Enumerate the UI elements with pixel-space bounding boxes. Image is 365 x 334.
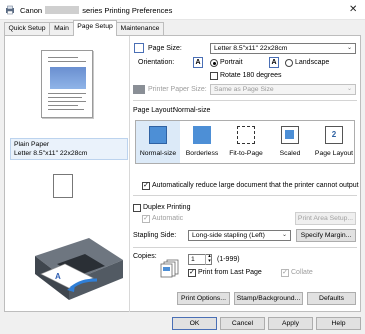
stapling-side-value: Long-side stapling (Left) (192, 232, 265, 239)
chevron-down-icon: ⌄ (281, 232, 287, 238)
duplex-automatic-checkbox[interactable]: ✓ (142, 215, 150, 223)
close-icon[interactable]: ✕ (349, 4, 357, 15)
print-from-last-page-label: Print from Last Page (198, 269, 262, 276)
orientation-label: Orientation: (138, 59, 175, 66)
stapling-side-label: Stapling Side: (133, 232, 177, 239)
help-button[interactable]: Help (316, 317, 361, 330)
duplex-automatic-label: Automatic (152, 215, 184, 222)
page-layout-label: Page Layout: (133, 107, 175, 114)
layout-fit-to-page-label: Fit-to-Page (229, 150, 263, 157)
page-layout-options: Normal-size Borderless Fit-to-Page Scale… (135, 120, 355, 164)
layout-borderless[interactable]: Borderless (180, 121, 224, 163)
normal-size-icon (149, 126, 167, 144)
copies-range: (1-999) (217, 256, 240, 263)
page-setup-panel: Plain Paper Letter 8.5"x11" 22x28cm A Pa… (4, 35, 361, 312)
tab-quick-setup[interactable]: Quick Setup (4, 22, 50, 35)
stamp-background-button[interactable]: Stamp/Background... (234, 292, 303, 305)
fit-to-page-icon (237, 126, 255, 144)
printer-paper-size-value: Same as Page Size (214, 86, 274, 93)
chevron-down-icon: ⌄ (346, 45, 352, 51)
copies-label: Copies: (133, 253, 157, 260)
paper-info-box: Plain Paper Letter 8.5"x11" 22x28cm (10, 138, 128, 160)
auto-reduce-label: Automatically reduce large document that… (152, 182, 359, 189)
paper-preview (41, 50, 93, 118)
printer-paper-size-select[interactable]: Same as Page Size ⌄ (210, 84, 356, 95)
layout-page-layout[interactable]: 2 Page Layout (312, 121, 356, 163)
printer-paper-size-label: Printer Paper Size: (148, 86, 207, 93)
print-options-button[interactable]: Print Options... (177, 292, 230, 305)
copies-spinner[interactable]: ▴ ▾ (205, 254, 213, 265)
printer-illustration: A (35, 238, 123, 300)
output-paper-icon (53, 174, 73, 198)
print-from-last-page-checkbox[interactable]: ✓ (188, 269, 196, 277)
layout-fit-to-page[interactable]: Fit-to-Page (224, 121, 268, 163)
defaults-button[interactable]: Defaults (307, 292, 356, 305)
duplex-printing-label: Duplex Printing (143, 204, 191, 211)
divider (133, 100, 357, 101)
layout-scaled[interactable]: Scaled (268, 121, 312, 163)
window-title-suffix: series Printing Preferences (82, 6, 173, 15)
stapling-side-select[interactable]: Long-side stapling (Left) ⌄ (188, 230, 291, 241)
copies-stack-icon (160, 259, 179, 278)
title-bar: Canon series Printing Preferences ✕ (0, 0, 365, 20)
apply-button[interactable]: Apply (268, 317, 313, 330)
preview-image (50, 67, 86, 89)
printer-paper-icon (133, 85, 145, 94)
tab-main[interactable]: Main (49, 22, 74, 35)
page-size-label: Page Size: (148, 45, 182, 52)
page-layout-icon: 2 (325, 126, 343, 144)
tab-page-setup[interactable]: Page Setup (73, 20, 117, 36)
collate-checkbox[interactable]: ✓ (281, 269, 289, 277)
rotate-180-label: Rotate 180 degrees (220, 72, 282, 79)
layout-normal-size[interactable]: Normal-size (136, 121, 180, 163)
tab-maintenance[interactable]: Maintenance (116, 22, 164, 35)
window-title-prefix: Canon (20, 6, 43, 15)
page-layout-value: Normal-size (173, 107, 211, 114)
printer-app-icon (6, 5, 14, 15)
print-area-setup-button[interactable]: Print Area Setup... (295, 212, 356, 225)
chevron-down-icon: ⌄ (346, 86, 352, 92)
page-size-value: Letter 8.5"x11" 22x28cm (214, 45, 288, 52)
landscape-radio[interactable] (285, 59, 293, 67)
copies-value: 1 (191, 256, 195, 263)
cancel-button[interactable]: Cancel (220, 317, 265, 330)
svg-text:A: A (55, 272, 61, 281)
paper-media-type: Plain Paper (14, 141, 50, 148)
page-size-icon (134, 43, 144, 53)
collate-label: Collate (291, 269, 313, 276)
layout-scaled-label: Scaled (279, 150, 301, 157)
divider (133, 195, 357, 196)
page-size-select[interactable]: Letter 8.5"x11" 22x28cm ⌄ (210, 43, 356, 54)
divider (133, 247, 357, 248)
landscape-label: Landscape (295, 59, 330, 66)
ok-button[interactable]: OK (172, 317, 217, 330)
window-title: Canon series Printing Preferences (20, 6, 172, 15)
duplex-printing-checkbox[interactable] (133, 204, 141, 212)
specify-margin-button[interactable]: Specify Margin... (296, 229, 356, 242)
scaled-icon (281, 126, 299, 144)
paper-size-text: Letter 8.5"x11" 22x28cm (14, 149, 88, 157)
auto-reduce-checkbox[interactable]: ✓ (142, 182, 150, 190)
landscape-icon: A (269, 57, 279, 68)
portrait-label: Portrait (220, 59, 243, 66)
layout-normal-size-label: Normal-size (139, 150, 177, 157)
borderless-icon (193, 126, 211, 144)
portrait-radio[interactable] (210, 59, 218, 67)
layout-borderless-label: Borderless (185, 150, 219, 157)
preview-area: Plain Paper Letter 8.5"x11" 22x28cm A (5, 36, 130, 312)
portrait-icon: A (193, 57, 203, 68)
redacted-model-name (45, 6, 80, 14)
rotate-180-checkbox[interactable] (210, 72, 218, 80)
layout-page-layout-label: Page Layout (314, 150, 354, 157)
